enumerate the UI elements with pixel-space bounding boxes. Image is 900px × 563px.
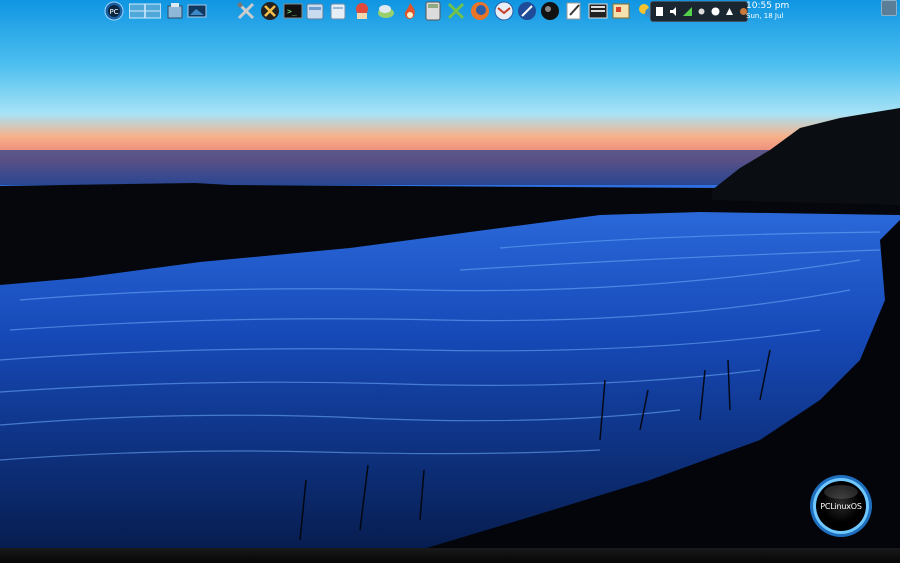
media-player-launcher[interactable] bbox=[540, 1, 560, 21]
pclinuxos-menu-icon: PC bbox=[104, 1, 124, 21]
show-desktop-icon bbox=[187, 4, 207, 18]
battery-icon[interactable] bbox=[725, 7, 734, 16]
virtual-desktop-pager-icon bbox=[129, 3, 161, 19]
file-manager-icon bbox=[306, 3, 324, 20]
volume-icon[interactable] bbox=[669, 7, 678, 16]
virtual-desktop-pager-launcher[interactable] bbox=[129, 1, 161, 21]
desktop-toolbox-button[interactable] bbox=[881, 0, 897, 16]
image-viewer-icon bbox=[612, 3, 630, 19]
tools-icon bbox=[447, 2, 465, 20]
text-editor-launcher[interactable] bbox=[564, 1, 584, 21]
network-icon bbox=[378, 5, 394, 18]
wallpaper-sunset-lake bbox=[0, 0, 900, 563]
clock-date: Sun, 18 Jul bbox=[746, 12, 784, 20]
file-manager-launcher[interactable] bbox=[305, 1, 325, 21]
network-launcher[interactable] bbox=[376, 1, 396, 21]
control-center-launcher[interactable] bbox=[260, 1, 280, 21]
email-client-icon bbox=[494, 1, 514, 21]
bottom-edge bbox=[0, 548, 900, 563]
firefox-icon bbox=[471, 2, 489, 20]
system-tray bbox=[650, 1, 748, 22]
network-signal-icon[interactable] bbox=[683, 7, 692, 16]
logo-text: PCLinuxOS bbox=[820, 501, 862, 511]
clipboard-icon[interactable] bbox=[655, 7, 664, 16]
games-icon bbox=[356, 3, 368, 19]
music-player-icon bbox=[518, 2, 536, 20]
tools-launcher[interactable] bbox=[446, 1, 466, 21]
svg-text:>_: >_ bbox=[287, 7, 297, 16]
video-player-launcher[interactable] bbox=[588, 1, 608, 21]
clock-time: 10:55 pm bbox=[746, 1, 790, 11]
system-tools-icon bbox=[237, 2, 255, 20]
games-launcher[interactable] bbox=[352, 1, 372, 21]
control-center-icon bbox=[261, 2, 279, 20]
music-player-launcher[interactable] bbox=[517, 1, 537, 21]
text-editor-icon bbox=[566, 2, 581, 20]
firefox-launcher[interactable] bbox=[470, 1, 490, 21]
flame-launcher[interactable] bbox=[400, 1, 420, 21]
show-desktop-launcher[interactable] bbox=[187, 1, 207, 21]
system-tools-launcher[interactable] bbox=[236, 1, 256, 21]
pclinuxos-menu-launcher[interactable]: PC bbox=[104, 1, 124, 21]
panel-clock[interactable]: 10:55 pm Sun, 18 Jul bbox=[746, 0, 796, 22]
home-folder-launcher[interactable] bbox=[165, 1, 185, 21]
flame-icon bbox=[404, 3, 415, 19]
image-viewer-launcher[interactable] bbox=[611, 1, 631, 21]
video-player-icon bbox=[588, 3, 608, 19]
update-notifier-icon[interactable] bbox=[697, 7, 706, 16]
pclinuxos-logo: PCLinuxOS bbox=[809, 474, 873, 538]
desktop: PC >_ 10:55 pm Sun, 18 Jul PCLinuxOS bbox=[0, 0, 900, 563]
calculator-icon bbox=[425, 1, 441, 21]
terminal-icon: >_ bbox=[283, 3, 303, 19]
terminal-launcher[interactable]: >_ bbox=[283, 1, 303, 21]
media-player-icon bbox=[541, 2, 559, 20]
email-client-launcher[interactable] bbox=[494, 1, 514, 21]
home-folder-icon bbox=[167, 3, 183, 19]
package-manager-launcher[interactable] bbox=[328, 1, 348, 21]
calculator-launcher[interactable] bbox=[423, 1, 443, 21]
power-icon[interactable] bbox=[711, 7, 720, 16]
svg-text:PC: PC bbox=[109, 8, 118, 16]
package-manager-icon bbox=[330, 3, 346, 20]
